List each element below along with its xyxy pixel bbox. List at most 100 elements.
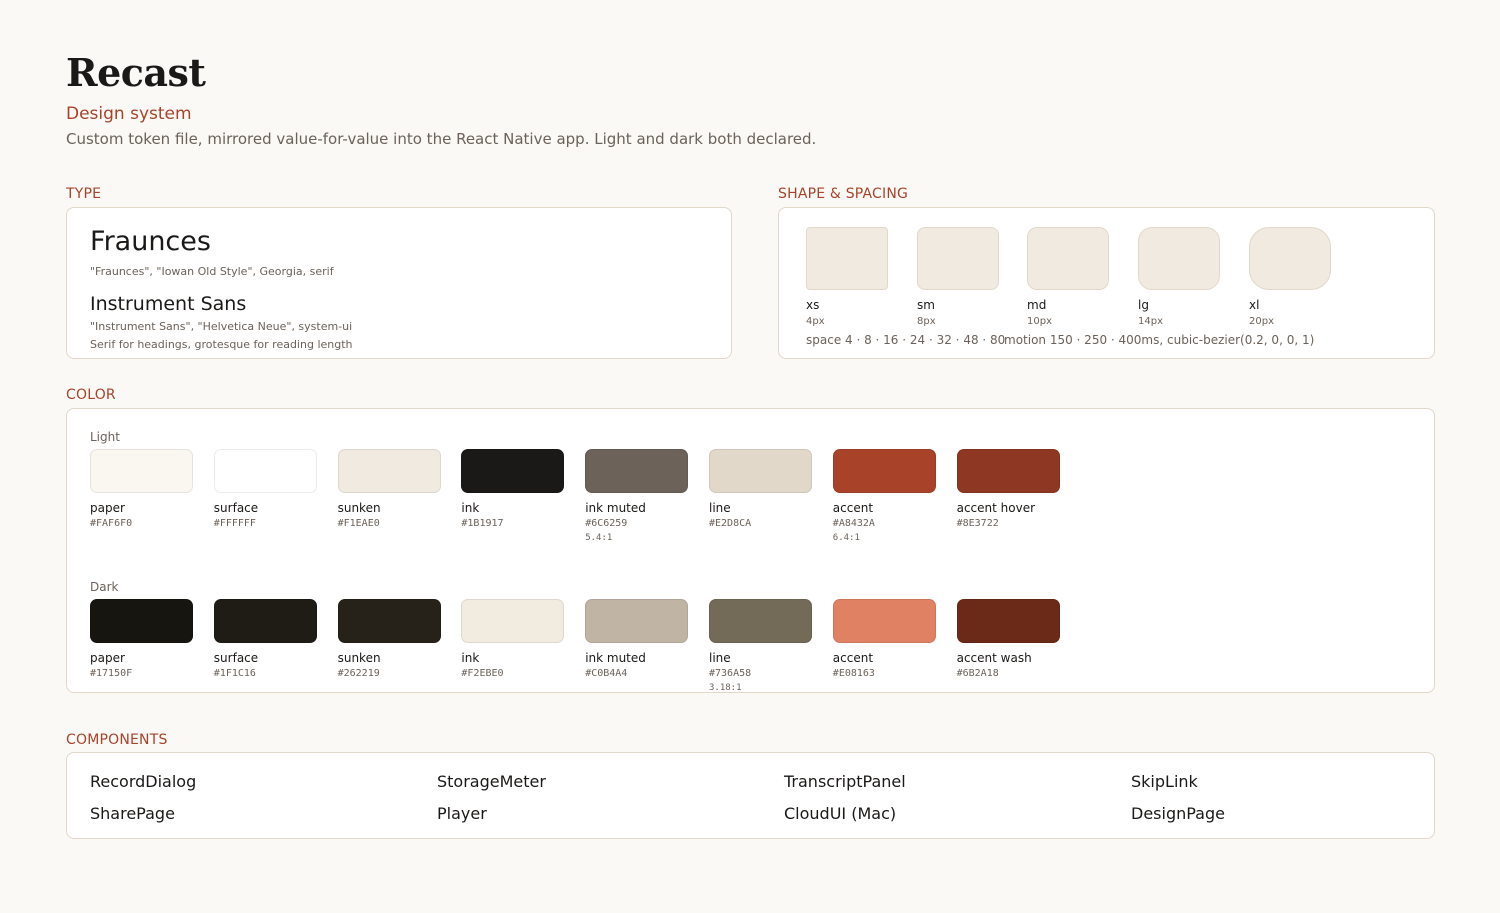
- component-item: TranscriptPanel: [784, 772, 906, 791]
- swatch-name: ink muted: [585, 651, 646, 665]
- radius-name: sm: [917, 298, 935, 312]
- radius-sample: [806, 227, 888, 290]
- swatch-hex: #E08163: [832, 668, 875, 679]
- swatch-name: paper: [90, 501, 125, 515]
- radius-value: 20px: [1249, 316, 1274, 327]
- color-swatch: sunken #262219: [337, 599, 441, 681]
- swatch-hex: #C0B4A4: [585, 668, 628, 679]
- radius-name: md: [1027, 298, 1047, 312]
- swatch-chip: [337, 599, 441, 643]
- color-swatch: line #E2D8CA: [709, 449, 812, 531]
- type-card: Fraunces "Fraunces", "Iowan Old Style", …: [66, 207, 732, 359]
- swatch-chip: [213, 449, 317, 493]
- swatch-hex: #17150F: [90, 668, 133, 679]
- swatch-name: paper: [90, 651, 125, 665]
- swatch-name: accent: [832, 501, 874, 515]
- color-card: Light paper #FAF6F0 surface #FFFFFF sunken #F…: [66, 408, 1435, 693]
- light-group-label: Light: [90, 430, 120, 444]
- swatch-name: sunken: [337, 501, 381, 515]
- motion-scale: motion 150 · 250 · 400ms, cubic-bezier(0…: [1004, 333, 1315, 347]
- radius-token: md 10px: [1027, 227, 1109, 328]
- page-title: Recast: [66, 50, 206, 95]
- radius-value: 4px: [806, 316, 825, 327]
- swatch-name: surface: [213, 501, 259, 515]
- color-swatch: accent #A8432A 6.4:1: [832, 449, 936, 546]
- radius-sample: [917, 227, 999, 290]
- radius-value: 14px: [1138, 316, 1163, 327]
- radius-token: xs 4px: [806, 227, 888, 328]
- color-swatch: ink #F2EBE0: [461, 599, 565, 681]
- color-swatch: accent #E08163: [832, 599, 936, 681]
- radius-sample: [1249, 227, 1331, 290]
- color-section-label: COLOR: [66, 387, 116, 403]
- swatch-name: ink muted: [585, 501, 646, 515]
- page-description: Custom token file, mirrored value-for-va…: [66, 130, 817, 148]
- page-subtitle: Design system: [66, 104, 192, 124]
- color-swatch: accent hover #8E3722: [956, 449, 1060, 531]
- swatch-chip: [213, 599, 317, 643]
- swatch-hex: #1B1917: [461, 518, 504, 529]
- heading-font-stack: "Fraunces", "Iowan Old Style", Georgia, …: [90, 265, 334, 278]
- swatch-chip: [585, 449, 689, 493]
- space-scale: space 4 · 8 · 16 · 24 · 32 · 48 · 80: [806, 333, 1006, 347]
- color-swatch: line #736A58 3.18:1: [709, 599, 812, 696]
- swatch-hex: #262219: [337, 668, 380, 679]
- component-item: StorageMeter: [437, 772, 546, 791]
- swatch-name: accent: [832, 651, 874, 665]
- color-swatch: ink muted #C0B4A4: [585, 599, 689, 681]
- swatch-chip: [461, 599, 565, 643]
- swatch-hex: #8E3722: [956, 518, 999, 529]
- swatch-chip: [832, 449, 936, 493]
- swatch-hex: #FFFFFF: [213, 518, 256, 529]
- radius-token: xl 20px: [1249, 227, 1331, 328]
- swatch-chip: [337, 449, 441, 493]
- radius-name: xl: [1249, 298, 1260, 312]
- swatch-hex: #A8432A: [832, 518, 875, 529]
- swatch-hex: #6C6259: [585, 518, 628, 529]
- component-item: DesignPage: [1131, 804, 1225, 823]
- contrast-ratio: 3.18:1: [709, 683, 742, 693]
- dark-group-label: Dark: [90, 580, 119, 594]
- swatch-hex: #736A58: [709, 668, 752, 679]
- components-card: RecordDialog StorageMeter TranscriptPane…: [66, 752, 1435, 839]
- swatch-name: accent wash: [956, 651, 1032, 665]
- contrast-ratio: 5.4:1: [585, 533, 613, 543]
- radius-value: 8px: [917, 316, 936, 327]
- radius-token: lg 14px: [1138, 227, 1220, 328]
- color-swatch: paper #17150F: [90, 599, 193, 681]
- color-swatch: paper #FAF6F0: [90, 449, 193, 531]
- swatch-name: line: [709, 651, 731, 665]
- color-swatch: ink #1B1917: [461, 449, 565, 531]
- swatch-chip: [956, 599, 1060, 643]
- swatch-name: ink: [461, 501, 480, 515]
- body-font-stack: "Instrument Sans", "Helvetica Neue", sys…: [90, 320, 353, 333]
- swatch-hex: #6B2A18: [956, 668, 999, 679]
- shape-section-label: SHAPE & SPACING: [778, 186, 909, 202]
- swatch-chip: [90, 599, 193, 643]
- contrast-ratio: 6.4:1: [832, 533, 860, 543]
- color-swatch: accent wash #6B2A18: [956, 599, 1060, 681]
- swatch-hex: #E2D8CA: [709, 518, 752, 529]
- type-note: Serif for headings, grotesque for readin…: [90, 338, 353, 351]
- color-swatch: surface #FFFFFF: [213, 449, 317, 531]
- heading-font-name: Fraunces: [90, 226, 211, 257]
- swatch-chip: [709, 449, 812, 493]
- radius-name: xs: [806, 298, 820, 312]
- swatch-chip: [585, 599, 689, 643]
- swatch-name: sunken: [337, 651, 381, 665]
- color-swatch: sunken #F1EAE0: [337, 449, 441, 531]
- swatch-chip: [956, 449, 1060, 493]
- radius-value: 10px: [1027, 316, 1052, 327]
- swatch-name: accent hover: [956, 501, 1036, 515]
- swatch-chip: [461, 449, 565, 493]
- body-font-name: Instrument Sans: [90, 293, 247, 315]
- swatch-hex: #FAF6F0: [90, 518, 133, 529]
- radius-sample: [1138, 227, 1220, 290]
- swatch-hex: #F1EAE0: [337, 518, 380, 529]
- swatch-chip: [709, 599, 812, 643]
- radius-name: lg: [1138, 298, 1149, 312]
- radius-token: sm 8px: [917, 227, 999, 328]
- swatch-hex: #1F1C16: [213, 668, 256, 679]
- radius-sample: [1027, 227, 1109, 290]
- color-swatch: ink muted #6C6259 5.4:1: [585, 449, 689, 546]
